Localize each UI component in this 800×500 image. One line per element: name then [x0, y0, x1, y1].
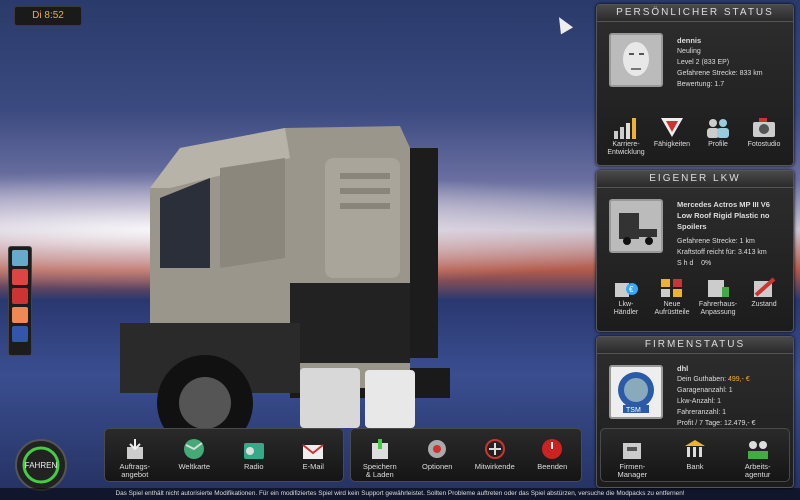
profiles-people-icon [707, 119, 729, 138]
photo-studio-button[interactable]: Fotostudio [741, 115, 787, 157]
driver-rating: Bewertung: 1.7 [677, 81, 725, 88]
company-manager-icon [623, 443, 642, 459]
truck-icon [611, 201, 661, 251]
driver-level: Level 2 (833 EP) [677, 59, 730, 66]
job-agency-button[interactable]: Arbeits- agentur [730, 437, 786, 479]
career-button[interactable]: Karriere- Entwicklung [603, 115, 649, 157]
save-icon [371, 439, 388, 459]
facebook-icon[interactable] [12, 326, 28, 342]
skills-button[interactable]: Fähigkeiten [649, 115, 695, 157]
skills-badge-icon [661, 118, 683, 137]
company-garages: Garagenanzahl: 1 [677, 387, 733, 394]
bank-icon [684, 440, 705, 457]
drive-label: FAHREN [25, 461, 58, 470]
mod-warning-notice: Das Spiel enthält nicht autorisierte Mod… [0, 488, 800, 500]
bottom-bar-company: Firmen- Manager Bank Arbeits- agentur [600, 428, 790, 482]
quit-button[interactable]: Beenden [524, 437, 580, 471]
share-icon[interactable] [12, 288, 28, 304]
wrench-icon [754, 277, 776, 297]
truck-fuel: Kraftstoff reicht für: 3.413 km [677, 249, 767, 256]
driver-distance: Gefahrene Strecke: 833 km [677, 70, 763, 77]
own-truck-panel: EIGENER LKW Mercedes Actros MP III V6 Lo… [596, 170, 794, 332]
own-truck-title: EIGENER LKW [597, 171, 793, 188]
youtube-icon[interactable] [12, 269, 28, 285]
world-map-button[interactable]: Weltkarte [166, 437, 222, 471]
condition-button[interactable]: Zustand [741, 275, 787, 317]
radio-button[interactable]: Radio [226, 437, 282, 471]
driver-name: dennis [677, 36, 702, 45]
blogger-icon[interactable] [12, 307, 28, 323]
svg-text:TSM: TSM [626, 407, 641, 414]
power-icon [542, 439, 563, 459]
radio-icon [243, 443, 264, 459]
truck-distance: Gefahrene Strecke: 1 km [677, 238, 755, 245]
personal-buttons: Karriere- Entwicklung Fähigkeiten Profil… [603, 115, 787, 157]
truck-cab-image [120, 126, 450, 448]
social-media-bar [8, 246, 32, 356]
game-clock: Di 8:52 [14, 6, 82, 26]
company-drivers: Fahreranzahl: 1 [677, 409, 727, 416]
credits-icon [484, 439, 505, 459]
camera-icon [753, 118, 775, 137]
company-info: dhl Dein Guthaben: 499,- € Garagenanzahl… [677, 363, 755, 429]
job-offers-icon [126, 439, 143, 459]
bottom-bar-system: Speichern & Laden Optionen Mitwirkende B… [350, 428, 582, 482]
truck-dealer-button[interactable]: € Lkw- Händler [603, 275, 649, 317]
email-icon [302, 444, 324, 459]
bank-button[interactable]: Bank [667, 437, 723, 471]
company-balance: Dein Guthaben: 499,- € [677, 376, 750, 383]
company-name: dhl [677, 364, 689, 373]
face-icon [611, 35, 661, 85]
truck-thumbnail[interactable] [609, 199, 663, 253]
drive-button[interactable]: FAHREN [10, 438, 72, 492]
job-offers-button[interactable]: Auftrags- angebot [107, 437, 163, 479]
cab-customize-icon [708, 280, 729, 297]
driver-rank: Neuling [677, 48, 701, 55]
company-manager-button[interactable]: Firmen- Manager [604, 437, 660, 479]
upgrades-button[interactable]: Neue Aufrüstteile [649, 275, 695, 317]
svg-text:€: € [629, 285, 634, 294]
personal-status-panel: PERSÖNLICHER STATUS dennis Neuling Level… [596, 4, 794, 166]
upgrade-parts-icon [661, 279, 682, 297]
credits-button[interactable]: Mitwirkende [467, 437, 523, 471]
company-logo[interactable]: TSM [609, 365, 663, 419]
options-button[interactable]: Optionen [409, 437, 465, 471]
profiles-button[interactable]: Profile [695, 115, 741, 157]
personal-status-title: PERSÖNLICHER STATUS [597, 5, 793, 22]
bottom-bar-main: Auftrags- angebot Weltkarte Radio E-Mail [104, 428, 344, 482]
company-trucks: Lkw-Anzahl: 1 [677, 398, 721, 405]
world-map-icon [184, 439, 205, 459]
dealer-icon: € [615, 283, 638, 297]
truck-damage: S h d 0% [677, 260, 712, 267]
job-agency-icon [747, 441, 768, 459]
driver-portrait[interactable] [609, 33, 663, 87]
company-status-title: FIRMENSTATUS [597, 337, 793, 354]
email-button[interactable]: E-Mail [285, 437, 341, 471]
steam-icon[interactable] [12, 250, 28, 266]
driver-info: dennis Neuling Level 2 (833 EP) Gefahren… [677, 35, 763, 90]
truck-model: Mercedes Actros MP III V6 Low Roof Rigid… [677, 200, 770, 231]
globe-logo-icon: TSM [618, 372, 654, 414]
mouse-cursor-icon [552, 13, 574, 35]
save-load-button[interactable]: Speichern & Laden [352, 437, 408, 479]
truck-info: Mercedes Actros MP III V6 Low Roof Rigid… [677, 199, 787, 269]
career-bars-icon [614, 118, 636, 139]
cab-customize-button[interactable]: Fahrerhaus- Anpassung [695, 275, 741, 317]
gear-icon [428, 440, 447, 458]
truck-buttons: € Lkw- Händler Neue Aufrüstteile Fahrerh… [603, 275, 787, 317]
